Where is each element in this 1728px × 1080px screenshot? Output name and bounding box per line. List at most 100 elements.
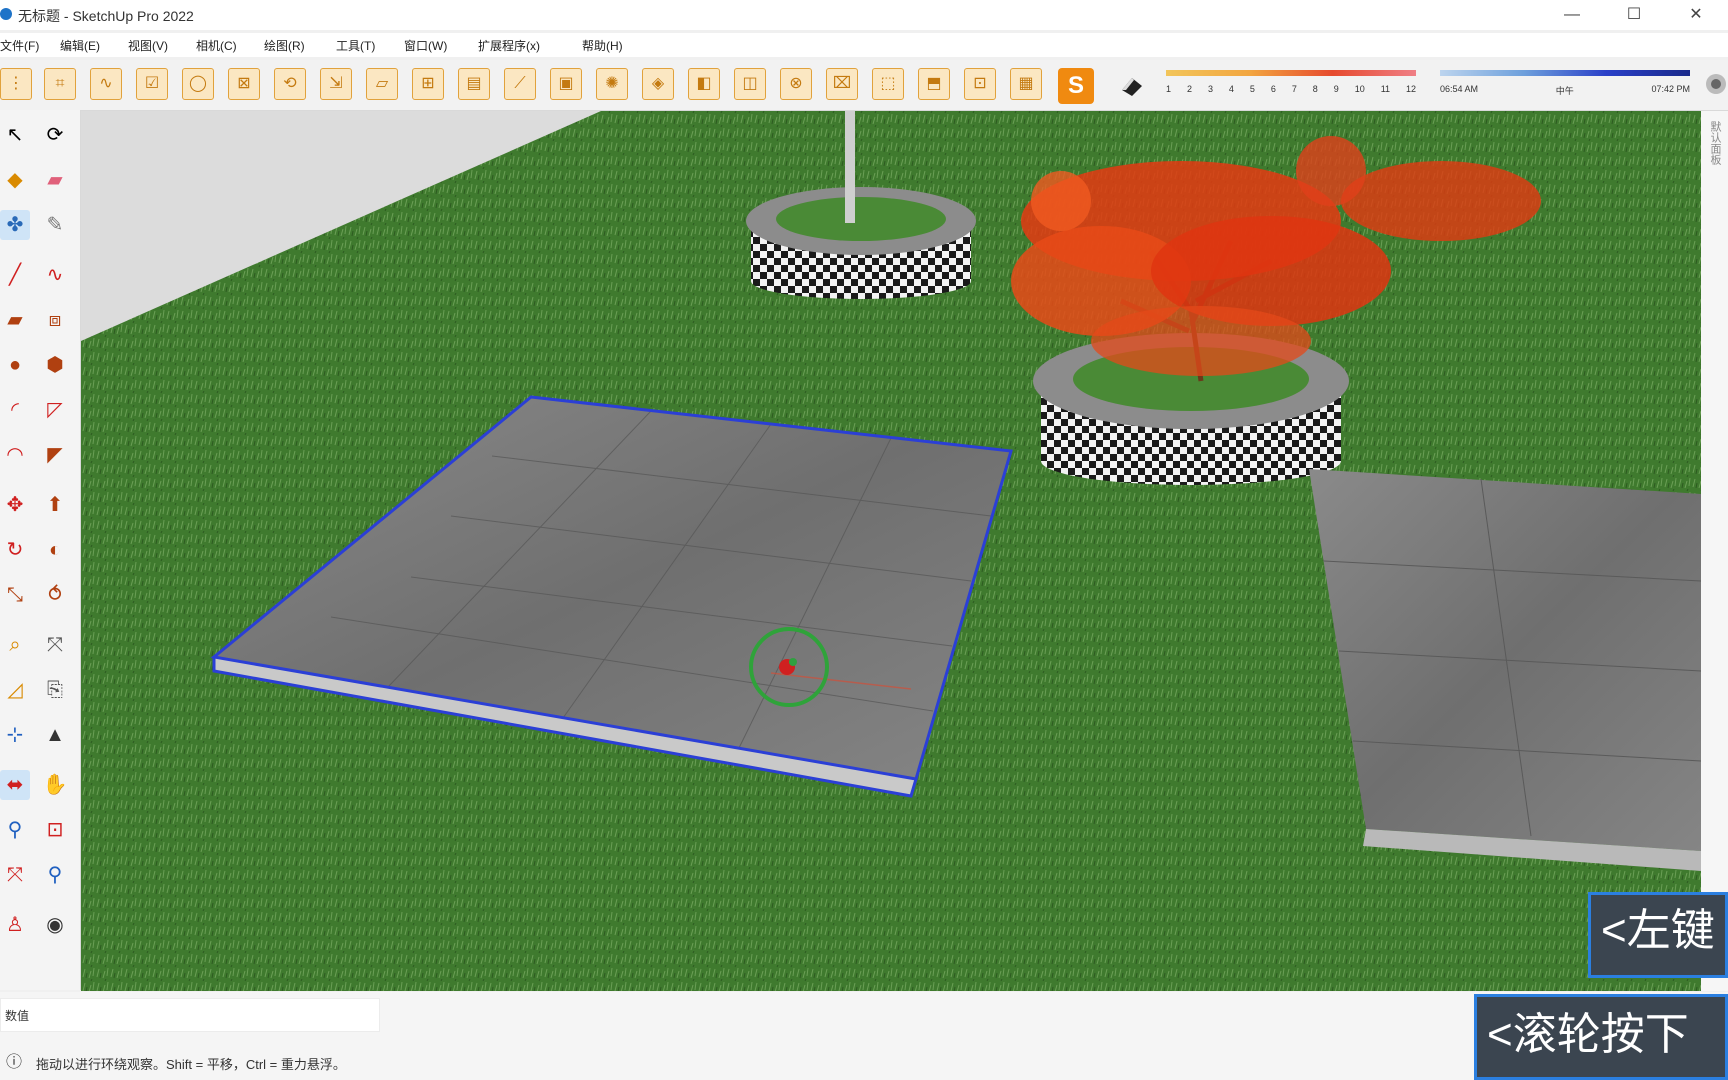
window-title: 无标题 - SketchUp Pro 2022: [18, 8, 194, 24]
move-tool-icon[interactable]: ✥: [0, 490, 30, 520]
month-tick: 6: [1270, 84, 1276, 94]
model-viewport[interactable]: [81, 111, 1701, 991]
orbit-small-icon[interactable]: ⟳: [40, 120, 70, 150]
menu-camera[interactable]: 相机(C): [196, 37, 237, 54]
minimize-button[interactable]: —: [1544, 0, 1600, 30]
paving-slab-right: [1309, 469, 1701, 871]
dimension-tool-icon[interactable]: ⤧: [40, 630, 70, 660]
measurements-label: 数值: [5, 1009, 30, 1023]
extension-tool-20-icon[interactable]: ⬒: [918, 68, 950, 100]
toolbar-grip-icon: ⋮: [0, 68, 32, 100]
extension-tool-22-icon[interactable]: ▦: [1010, 68, 1042, 100]
extension-tool-3-icon[interactable]: ☑: [136, 68, 168, 100]
status-bar: 数值 ⓘ 拖动以进行环绕观察。Shift = 平移，Ctrl = 重力悬浮。: [0, 992, 1728, 1080]
extension-tool-21-icon[interactable]: ⊡: [964, 68, 996, 100]
extension-tool-18-icon[interactable]: ⌧: [826, 68, 858, 100]
extension-tool-13-icon[interactable]: ✺: [596, 68, 628, 100]
extension-tool-19-icon[interactable]: ⬚: [872, 68, 904, 100]
walk-tool-icon[interactable]: ♙: [0, 910, 30, 940]
extension-tool-11-icon[interactable]: ⟋: [504, 68, 536, 100]
extension-tool-9-icon[interactable]: ⊞: [412, 68, 444, 100]
info-icon[interactable]: ⓘ: [6, 1048, 22, 1072]
large-tool-set: ↖ ⟳ ◆ ▰ ✤ ✎ ╱ ∿ ▰ ⧈ ● ⬢ ◜ ◸ ◠ ◤ ✥ ⬆ ↻ ◐ …: [0, 110, 81, 990]
extension-tool-1-icon[interactable]: ⌗: [44, 68, 76, 100]
month-tick: 8: [1312, 84, 1318, 94]
month-tick: 5: [1249, 84, 1255, 94]
extension-tool-12-icon[interactable]: ▣: [550, 68, 582, 100]
extension-tool-7-icon[interactable]: ⇲: [320, 68, 352, 100]
extension-tool-10-icon[interactable]: ▤: [458, 68, 490, 100]
extension-tool-14-icon[interactable]: ◈: [642, 68, 674, 100]
zoom-extents-icon[interactable]: ⤧: [0, 860, 30, 890]
zoom-window-icon[interactable]: ⊡: [40, 815, 70, 845]
look-around-icon[interactable]: ◉: [40, 910, 70, 940]
menu-file[interactable]: 文件(F): [0, 37, 39, 54]
arc-tool-icon[interactable]: ◜: [0, 395, 30, 425]
close-button[interactable]: ✕: [1668, 0, 1724, 30]
menu-window[interactable]: 窗口(W): [404, 37, 447, 54]
extension-tool-8-icon[interactable]: ▱: [366, 68, 398, 100]
freehand-tool-icon[interactable]: ∿: [40, 260, 70, 290]
paint-bucket-icon[interactable]: ◆: [0, 165, 30, 195]
component-icon[interactable]: ✤: [0, 210, 30, 240]
measurements-box[interactable]: 数值: [0, 998, 380, 1032]
offset-tool-icon[interactable]: ⥀: [40, 580, 70, 610]
scale-tool-icon[interactable]: ⤡: [0, 580, 30, 610]
month-tick: 2: [1186, 84, 1192, 94]
rotated-rectangle-icon[interactable]: ⧈: [40, 305, 70, 335]
arc-3pt-icon[interactable]: ◠: [0, 440, 30, 470]
push-pull-icon[interactable]: ⬆: [40, 490, 70, 520]
left-click-hint-overlay: <左键: [1588, 892, 1728, 978]
text-tool-icon[interactable]: ⎘: [40, 675, 70, 705]
time-label-end: 07:42 PM: [1651, 84, 1690, 94]
extension-tool-5-icon[interactable]: ⊠: [228, 68, 260, 100]
extension-tool-6-icon[interactable]: ⟲: [274, 68, 306, 100]
menu-extensions[interactable]: 扩展程序(x): [478, 37, 540, 54]
extension-tool-15-icon[interactable]: ◧: [688, 68, 720, 100]
shadow-time-slider[interactable]: 06:54 AM 中午 07:42 PM: [1440, 70, 1690, 100]
sketchup-s-icon[interactable]: S: [1058, 68, 1094, 104]
wheel-press-hint-text: <滚轮按下: [1487, 1010, 1689, 1059]
line-tool-icon[interactable]: ╱: [0, 260, 30, 290]
polygon-tool-icon[interactable]: ⬢: [40, 350, 70, 380]
rotate-tool-icon[interactable]: ↻: [0, 535, 30, 565]
eraser-icon[interactable]: ▰: [40, 165, 70, 195]
menu-view[interactable]: 视图(V): [128, 37, 168, 54]
time-gradient: [1440, 70, 1690, 76]
section-plane-icon[interactable]: ▲: [40, 720, 70, 750]
menu-help[interactable]: 帮助(H): [582, 37, 623, 54]
axes-tool-icon[interactable]: ⊹: [0, 720, 30, 750]
extension-tool-2-icon[interactable]: ∿: [90, 68, 122, 100]
menu-draw[interactable]: 绘图(R): [264, 37, 305, 54]
time-label-mid: 中午: [1555, 86, 1574, 96]
menu-tools[interactable]: 工具(T): [336, 37, 375, 54]
tray-label: 默认面板: [1709, 121, 1721, 165]
month-tick: 11: [1380, 84, 1391, 94]
pie-tool-icon[interactable]: ◸: [40, 395, 70, 425]
previous-view-icon[interactable]: ⚲: [40, 860, 70, 890]
circle-tool-icon[interactable]: ●: [0, 350, 30, 380]
shadows-toggle-icon[interactable]: [1118, 72, 1146, 100]
pencil-icon[interactable]: ✎: [40, 210, 70, 240]
shadow-month-slider[interactable]: 1 2 3 4 5 6 7 8 9 10 11 12: [1166, 70, 1416, 100]
arc-2pt-icon[interactable]: ◤: [40, 440, 70, 470]
maximize-button[interactable]: ☐: [1606, 0, 1662, 30]
extension-tool-16-icon[interactable]: ◫: [734, 68, 766, 100]
time-label-start: 06:54 AM: [1440, 84, 1479, 94]
tape-measure-icon[interactable]: ⌕: [0, 630, 30, 660]
follow-me-icon[interactable]: ◐: [40, 535, 70, 565]
protractor-icon[interactable]: ◿: [0, 675, 30, 705]
zoom-tool-icon[interactable]: ⚲: [0, 815, 30, 845]
select-tool-icon[interactable]: ↖: [0, 120, 30, 150]
month-tick: 3: [1207, 84, 1213, 94]
menu-edit[interactable]: 编辑(E): [60, 37, 100, 54]
rectangle-tool-icon[interactable]: ▰: [0, 305, 30, 335]
month-gradient: [1166, 70, 1416, 76]
orbit-tool-icon[interactable]: ⬌: [0, 770, 30, 800]
extension-tool-17-icon[interactable]: ⊗: [780, 68, 812, 100]
pan-tool-icon[interactable]: ✋: [40, 770, 70, 800]
extension-warehouse-icon[interactable]: [1700, 70, 1728, 98]
default-tray-rail[interactable]: 默认面板: [1701, 111, 1728, 991]
wheel-press-hint-overlay: <滚轮按下: [1474, 994, 1728, 1080]
extension-tool-4-icon[interactable]: ◯: [182, 68, 214, 100]
